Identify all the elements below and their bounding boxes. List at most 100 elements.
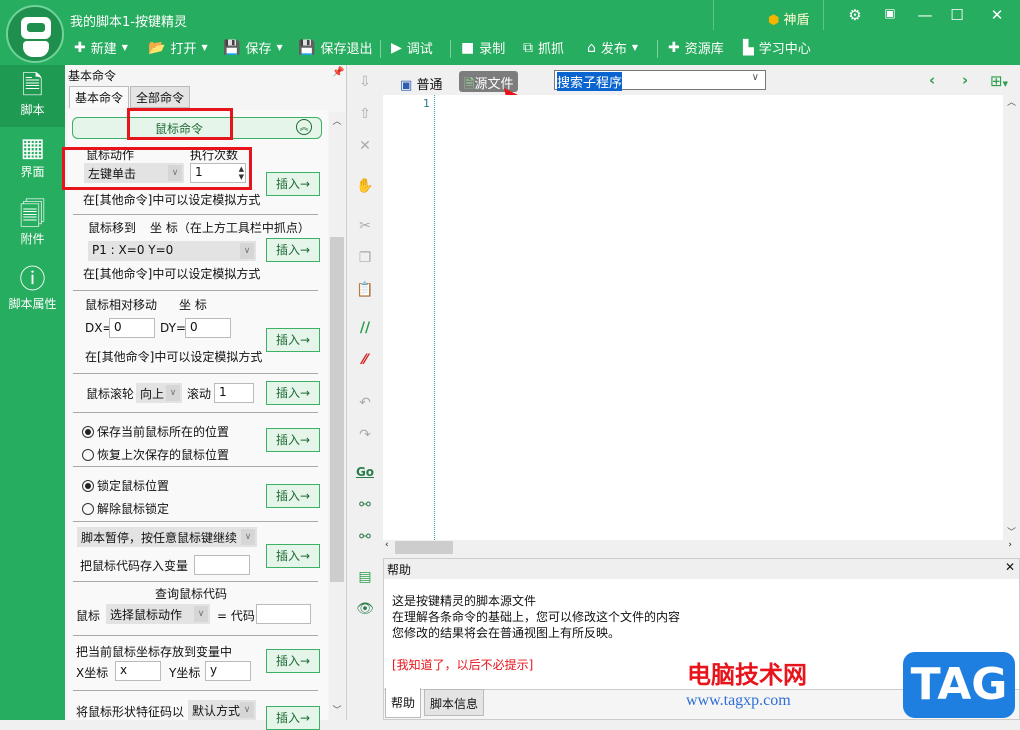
chevron-down-icon: ∨ — [241, 529, 255, 545]
tab-help[interactable]: 帮助 — [385, 688, 422, 718]
grid-icon: ▦ — [20, 133, 45, 163]
next-icon[interactable]: › — [962, 71, 968, 89]
paste-icon[interactable]: 📋 — [350, 282, 380, 298]
play-icon: ▶ — [391, 39, 402, 56]
tab-script-info[interactable]: 脚本信息 — [424, 689, 485, 716]
source-file-icon: 🗎 — [464, 77, 475, 92]
debug-button[interactable]: ▶ 调试 — [391, 38, 433, 58]
shape-mode-select[interactable]: 默认方式 ∨ — [188, 700, 256, 720]
help-title: 帮助 — [387, 563, 412, 577]
redo-icon[interactable]: ↷ — [350, 427, 380, 443]
pause-select[interactable]: 脚本暂停，按任意鼠标键继续 ∨ — [77, 527, 257, 547]
editor-vscrollbar[interactable]: ︿ ﹀ — [1003, 95, 1020, 540]
camera-icon: ■ — [461, 39, 475, 56]
insert-button[interactable]: 插入→ — [266, 172, 320, 196]
layout-icon[interactable]: ⊞▼ — [990, 72, 1008, 90]
sidebar-item-properties[interactable]: ⓘ 脚本属性 — [0, 265, 65, 312]
unlock-radio[interactable]: 解除鼠标锁定 — [82, 500, 169, 517]
insert-button[interactable]: 插入→ — [266, 484, 320, 508]
comment-icon[interactable]: // — [350, 320, 380, 336]
insert-button[interactable]: 插入→ — [266, 328, 320, 352]
line-gutter: 1 — [383, 95, 435, 540]
pin-icon[interactable]: 📌 — [332, 67, 344, 78]
subroutine-search-select[interactable]: 搜索子程序 ∨ — [554, 70, 766, 91]
insert-button[interactable]: 插入→ — [266, 428, 320, 452]
x-variable-input[interactable]: x — [115, 661, 161, 681]
close-icon[interactable]: ✕ — [1005, 560, 1015, 574]
collapse-icon[interactable]: ︽ — [296, 119, 312, 135]
help-line: 您修改的结果将会在普通视图上有所反映。 — [392, 626, 621, 640]
watermark-url: www.tagxp.com — [686, 692, 791, 709]
chevron-down-icon: ∨ — [240, 702, 254, 718]
close-button[interactable]: ✕ — [982, 6, 1012, 24]
insert-button[interactable]: 插入→ — [266, 238, 320, 262]
move-up-icon[interactable]: ⇧ — [350, 106, 380, 122]
save-pos-radio[interactable]: 保存当前鼠标所在的位置 — [82, 423, 229, 440]
chevron-down-icon: ∨ — [194, 606, 208, 622]
chevron-down-icon: ∨ — [166, 385, 180, 401]
maximize-button[interactable]: ☐ — [942, 6, 972, 24]
publish-icon: ⌂ — [587, 39, 596, 56]
insert-button[interactable]: 插入→ — [266, 649, 320, 673]
save-exit-button[interactable]: 💾 保存退出 — [298, 38, 372, 58]
hand-icon[interactable]: ✋ — [350, 178, 380, 194]
sidebar-item-ui[interactable]: ▦ 界面 — [0, 133, 65, 180]
save-icon: 💾 — [223, 39, 241, 56]
view-normal-tab[interactable]: ▣ 普通 — [400, 74, 442, 93]
list-icon[interactable]: ▤ — [350, 569, 380, 585]
restore-pos-radio[interactable]: 恢复上次保存的鼠标位置 — [82, 446, 229, 463]
open-button[interactable]: 📂 打开 ▼ — [148, 38, 208, 58]
attachment-icon: 🗐 — [19, 200, 46, 230]
insert-button[interactable]: 插入→ — [266, 381, 320, 405]
panel-title: 基本命令 — [68, 69, 117, 83]
save-exit-icon: 💾 — [298, 39, 316, 56]
editor-vertical-toolbar — [350, 68, 380, 720]
wheel-direction-select[interactable]: 向上 ∨ — [136, 383, 182, 403]
editor-hscrollbar[interactable]: ‹ › — [383, 540, 1020, 555]
move-down-icon[interactable]: ⇩ — [350, 74, 380, 90]
grab-button[interactable]: ⧉ 抓抓 — [523, 38, 564, 58]
uncomment-icon[interactable]: ⁄⁄ — [350, 352, 380, 368]
publish-button[interactable]: ⌂ 发布 ▼ — [587, 38, 638, 58]
code-variable-input[interactable] — [194, 555, 250, 575]
undo-icon[interactable]: ↶ — [350, 395, 380, 411]
mouse-action-query-select[interactable]: 选择鼠标动作 ∨ — [106, 604, 210, 624]
delete-icon[interactable]: ✕ — [350, 138, 380, 154]
copy-icon[interactable]: ❐ — [350, 250, 380, 266]
save-button[interactable]: 💾 保存 ▼ — [223, 38, 283, 58]
cut-icon[interactable]: ✂ — [350, 218, 380, 234]
code-output[interactable] — [256, 604, 311, 624]
goto-icon[interactable]: Go — [350, 465, 380, 479]
chevron-down-icon: ∨ — [751, 72, 759, 83]
book-icon: ▙ — [743, 39, 754, 56]
scroll-input[interactable]: 1 — [214, 383, 254, 403]
lock-radio[interactable]: 锁定鼠标位置 — [82, 477, 169, 494]
skin-icon[interactable]: ▣ — [875, 6, 905, 20]
find-icon[interactable]: ⚯ — [350, 497, 380, 513]
watermark-site: 电脑技术网 — [687, 661, 807, 689]
resource-button[interactable]: ✚ 资源库 — [668, 38, 724, 58]
record-button[interactable]: ■ 录制 — [461, 38, 505, 58]
dy-input[interactable]: 0 — [185, 318, 231, 338]
replace-icon[interactable]: ⚯ — [350, 529, 380, 545]
sidebar-item-attachment[interactable]: 🗐 附件 — [0, 200, 65, 247]
code-editor[interactable] — [383, 95, 1003, 540]
insert-button[interactable]: 插入→ — [266, 706, 320, 730]
tab-all[interactable]: 全部命令 — [130, 86, 191, 108]
view-icon[interactable]: 👁 — [350, 601, 380, 617]
help-line: 在理解各条命令的基础上，您可以修改这个文件的内容 — [392, 610, 681, 624]
dx-input[interactable]: 0 — [109, 318, 155, 338]
learn-button[interactable]: ▙ 学习中心 — [743, 38, 811, 58]
point-select[interactable]: P1 : X=0 Y=0 ∨ — [88, 241, 256, 261]
tab-basic[interactable]: 基本命令 — [69, 86, 130, 108]
panel-scrollbar[interactable]: ︿ ﹀ — [329, 112, 345, 720]
shield-button[interactable]: ⬢ 神盾 — [768, 9, 810, 28]
settings-icon[interactable]: ⚙ — [840, 6, 870, 24]
sidebar-item-script[interactable]: 🗎 脚本 — [0, 65, 65, 127]
minimize-button[interactable]: — — [910, 6, 940, 24]
y-variable-input[interactable]: y — [205, 661, 251, 681]
plus-icon: ✚ — [74, 39, 86, 56]
new-button[interactable]: ✚ 新建 ▼ — [74, 38, 128, 58]
prev-icon[interactable]: ‹ — [929, 71, 935, 89]
insert-button[interactable]: 插入→ — [266, 544, 320, 568]
